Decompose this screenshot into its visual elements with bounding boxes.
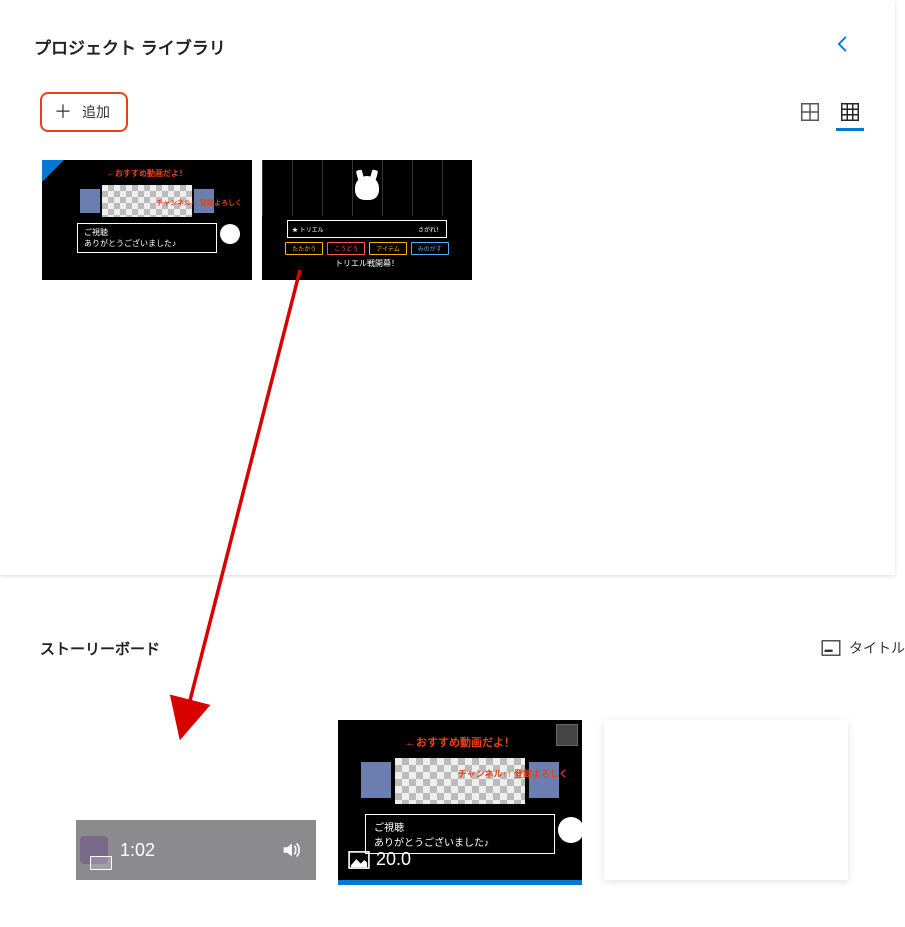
library-header: プロジェクト ライブラリ [0, 0, 895, 62]
add-title-card-button[interactable]: タイトル [811, 632, 905, 664]
thumbnail-textbox: ご視聴 ありがとうございました♪ [77, 223, 217, 253]
library-toolbar: ＋ 追加 [0, 62, 895, 132]
add-button[interactable]: ＋ 追加 [40, 92, 128, 132]
chevron-left-icon [833, 34, 853, 54]
library-items: ←おすすめ動画だよ！ チャンネル↑↑ 登録よろしく ご視聴 ありがとうございまし… [0, 132, 895, 280]
storyboard-empty-slot[interactable] [604, 720, 848, 880]
clip-duration: 20.0 [376, 849, 411, 870]
thumbnail-ui-row: ★ トリエル さがれ！ [287, 220, 447, 238]
clip-icon [90, 856, 112, 870]
placeholder-duration: 1:02 [120, 840, 155, 861]
thumbnail-text: ←おすすめ動画だよ！ [107, 168, 187, 179]
thumbnail-side-text: チャンネル↑↑ 登録よろしく [458, 770, 568, 780]
thumbnail-textbox: ご視聴 ありがとうございました♪ [365, 814, 555, 854]
storyboard-title: ストーリーボード [40, 638, 160, 659]
thumbnail-caption: トリエル戦開幕！ [335, 258, 399, 269]
image-icon [348, 851, 370, 869]
add-button-label: 追加 [82, 102, 110, 122]
clip-thumbnail: ★ トリエル さがれ！ たたかう こうどう アイテム みのがす トリエル戦開幕！ [262, 160, 472, 280]
title-card-icon [821, 640, 841, 656]
selection-bar [338, 880, 582, 885]
library-item[interactable]: ★ トリエル さがれ！ たたかう こうどう アイテム みのがす トリエル戦開幕！ [262, 160, 472, 280]
storyboard-items: 1:02 ←おすすめ動画だよ！ チャンネル↑↑ 登録よろしく ご視聴 ありがとう… [0, 664, 905, 880]
thumbnail-side-text: チャンネル↑↑ 登録よろしく [156, 200, 242, 208]
plus-icon: ＋ [54, 103, 72, 121]
title-card-label: タイトル [849, 638, 905, 658]
grid-2x2-icon[interactable] [799, 101, 821, 123]
back-button[interactable] [825, 30, 861, 62]
storyboard-panel: ストーリーボード タイトル 1:02 ←お [0, 604, 905, 927]
character-face-icon [558, 817, 584, 843]
thumbnail-mosaic [395, 758, 525, 804]
play-icon [360, 181, 374, 199]
library-title: プロジェクト ライブラリ [34, 34, 226, 59]
storyboard-header: ストーリーボード タイトル [0, 632, 905, 664]
thumbnail-buttons: たたかう こうどう アイテム みのがす [285, 242, 448, 255]
library-panel: プロジェクト ライブラリ ＋ 追加 [0, 0, 895, 575]
thumbnail-enemy-area [262, 160, 472, 216]
clip-thumbnail: ←おすすめ動画だよ！ チャンネル↑↑ 登録よろしく ご視聴 ありがとうございまし… [42, 160, 252, 280]
volume-icon [280, 839, 302, 861]
clip-duration-overlay: 20.0 [348, 849, 411, 870]
thumbnail-text: ←おすすめ動画だよ！ [405, 734, 515, 750]
character-face-icon [220, 224, 240, 244]
storyboard-drop-target[interactable]: 1:02 [76, 820, 316, 880]
grid-3x3-icon[interactable] [839, 101, 861, 123]
view-toggle [799, 101, 861, 123]
storyboard-clip[interactable]: ←おすすめ動画だよ！ チャンネル↑↑ 登録よろしく ご視聴 ありがとうございまし… [338, 720, 582, 880]
library-item[interactable]: ←おすすめ動画だよ！ チャンネル↑↑ 登録よろしく ご視聴 ありがとうございまし… [42, 160, 252, 280]
